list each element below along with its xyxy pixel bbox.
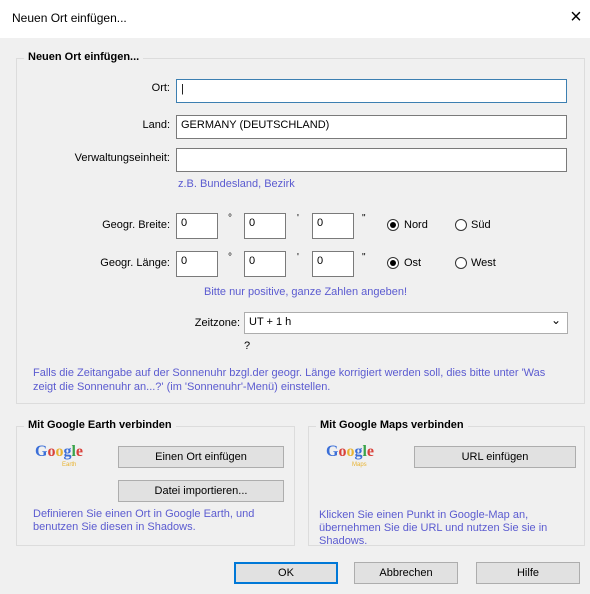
ost-radio[interactable] — [387, 257, 399, 269]
ost-label: Ost — [404, 257, 422, 269]
google-maps-logo-sub: Maps — [352, 462, 367, 468]
zeitzone-value: UT + 1 h — [249, 316, 292, 328]
land-input[interactable]: GERMANY (DEUTSCHLAND) — [176, 115, 567, 139]
west-radio[interactable] — [455, 257, 467, 269]
zeitzone-label: Zeitzone: — [194, 317, 240, 329]
minute-symbol: ' — [297, 213, 299, 224]
google-maps-logo: Google — [326, 443, 375, 460]
verwaltungseinheit-hint: z.B. Bundesland, Bezirk — [178, 178, 295, 190]
google-earth-description: Definieren Sie einen Ort in Google Earth… — [33, 508, 255, 533]
import-file-button[interactable]: Datei importieren... — [118, 480, 284, 502]
breite-degrees-input[interactable]: 0 — [176, 213, 218, 239]
degree-symbol: ° — [228, 213, 232, 224]
nord-label: Nord — [404, 219, 428, 231]
close-icon[interactable]: × — [565, 6, 587, 28]
laenge-label: Geogr. Länge: — [100, 257, 170, 269]
land-label: Land: — [142, 119, 170, 131]
breite-seconds-input[interactable]: 0 — [312, 213, 354, 239]
ort-input[interactable]: | — [176, 79, 567, 103]
help-button[interactable]: Hilfe — [476, 562, 580, 584]
google-earth-group-title: Mit Google Earth verbinden — [24, 419, 176, 431]
second-symbol: " — [362, 213, 366, 224]
title-bar: Neuen Ort einfügen... × — [0, 0, 590, 38]
google-earth-logo-sub: Earth — [62, 462, 77, 468]
degree-symbol: ° — [228, 252, 232, 263]
insert-url-button[interactable]: URL einfügen — [414, 446, 576, 468]
ok-button[interactable]: OK — [234, 562, 338, 584]
google-maps-description: Klicken Sie einen Punkt in Google-Map an… — [319, 509, 548, 546]
new-location-group-title: Neuen Ort einfügen... — [24, 51, 144, 63]
zeitzone-question: ? — [244, 340, 251, 352]
correction-note: Falls die Zeitangabe auf der Sonnenuhr b… — [33, 367, 546, 393]
positive-numbers-hint: Bitte nur positive, ganze Zahlen angeben… — [204, 286, 408, 298]
laenge-seconds-input[interactable]: 0 — [312, 251, 354, 277]
verwaltungseinheit-input[interactable] — [176, 148, 567, 172]
nord-radio[interactable] — [387, 219, 399, 231]
breite-label: Geogr. Breite: — [102, 219, 170, 231]
laenge-minutes-input[interactable]: 0 — [244, 251, 286, 277]
new-location-group — [16, 58, 585, 404]
window-title: Neuen Ort einfügen... — [12, 11, 127, 25]
sued-radio[interactable] — [455, 219, 467, 231]
minute-symbol: ' — [297, 252, 299, 263]
zeitzone-select[interactable]: UT + 1 h ⌄ — [244, 312, 568, 334]
insert-location-button[interactable]: Einen Ort einfügen — [118, 446, 284, 468]
ort-label: Ort: — [151, 82, 170, 94]
breite-minutes-input[interactable]: 0 — [244, 213, 286, 239]
google-maps-group-title: Mit Google Maps verbinden — [316, 419, 468, 431]
google-earth-logo: Google — [35, 443, 84, 460]
laenge-degrees-input[interactable]: 0 — [176, 251, 218, 277]
chevron-down-icon: ⌄ — [550, 313, 561, 327]
cancel-button[interactable]: Abbrechen — [354, 562, 458, 584]
verwaltungseinheit-label: Verwaltungseinheit: — [74, 152, 170, 164]
second-symbol: " — [362, 252, 366, 263]
west-label: West — [471, 257, 496, 269]
sued-label: Süd — [471, 219, 491, 231]
